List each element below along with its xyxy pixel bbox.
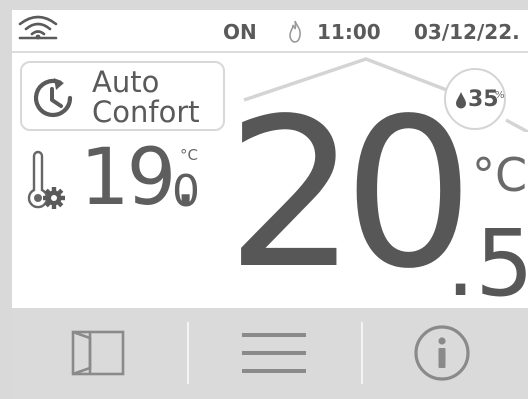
thermometer-gear-icon (27, 150, 65, 209)
nav-room-button[interactable] (12, 308, 187, 399)
setpoint-decimal[interactable]: 0 (172, 168, 200, 216)
info-icon (414, 325, 470, 381)
bottom-nav (12, 308, 528, 399)
heating-state-label: ON (223, 20, 257, 44)
current-temperature-decimal: .5 (446, 210, 528, 317)
clock-date: 03/12/22. (414, 20, 520, 44)
current-temperature-integer: 20 (226, 74, 474, 314)
screen-bezel-left (0, 0, 12, 399)
mode-line-1: Auto (92, 65, 160, 99)
screen-bezel-top (0, 0, 528, 10)
wifi-icon (18, 15, 58, 40)
setpoint-unit: °C (180, 146, 198, 164)
nav-info-button[interactable] (363, 308, 528, 399)
menu-icon (242, 333, 306, 373)
mode-line-2: Confort (92, 95, 200, 129)
nav-menu-button[interactable] (189, 308, 361, 399)
mode-button[interactable]: Auto Confort (20, 61, 225, 131)
room-door-icon (71, 330, 125, 376)
humidity-unit: % (495, 90, 505, 101)
thermostat-screen: ON 11:00 03/12/22. Auto Confort 19. °C 0… (0, 0, 528, 399)
status-bar: ON 11:00 03/12/22. (12, 10, 528, 50)
clock-time: 11:00 (317, 20, 381, 44)
flame-icon (289, 20, 301, 43)
current-temperature-unit: °C (472, 148, 528, 202)
clock-rotate-icon (33, 78, 73, 118)
